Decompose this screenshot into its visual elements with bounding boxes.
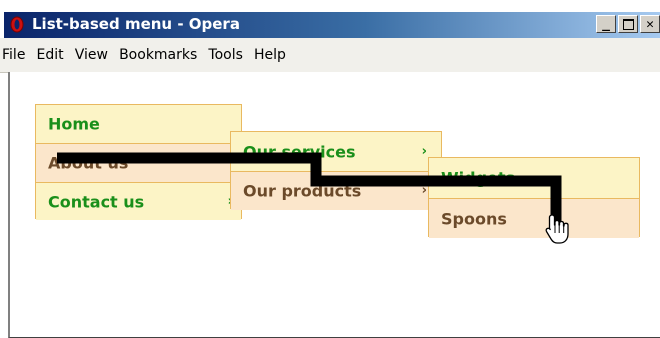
mouse-path-line <box>57 152 562 222</box>
mouse-path-overlay <box>57 152 569 244</box>
browser-window: List-based menu - Opera _ ✕ File Edit Vi… <box>0 0 660 338</box>
